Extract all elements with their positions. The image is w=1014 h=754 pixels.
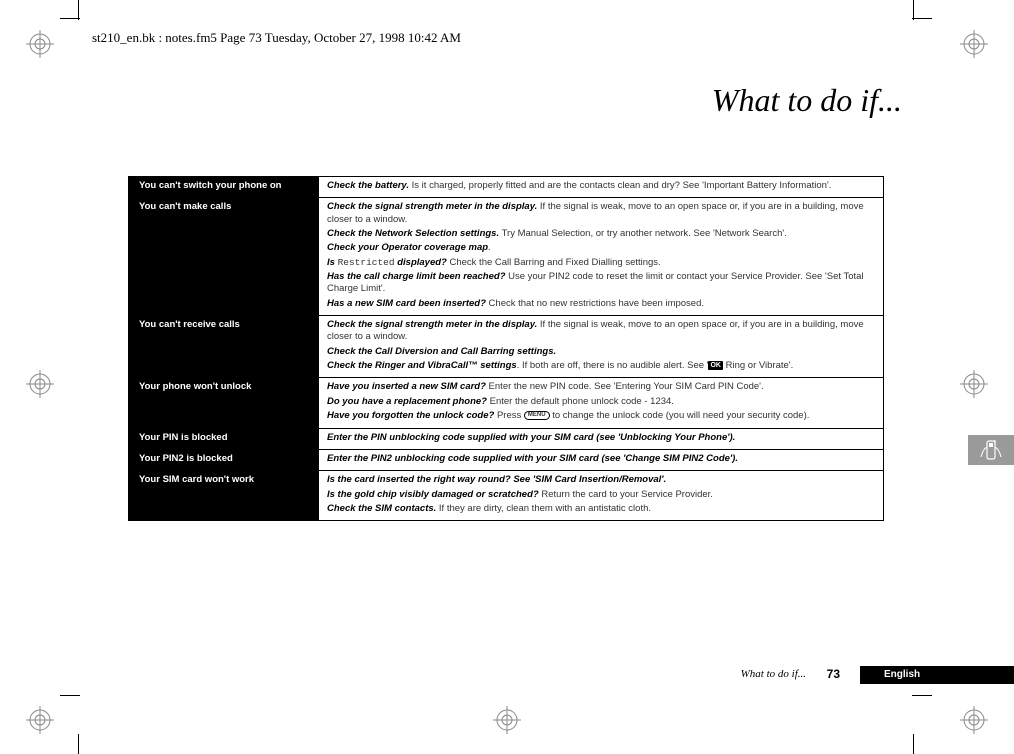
crop-mark [913,734,914,754]
page-title: What to do if... [712,82,902,119]
language-tab: English [860,666,1014,684]
crop-mark [78,734,79,754]
problem-cell: You can't make calls [129,198,319,315]
code-text: Restricted [338,257,395,268]
solution-line: Has the call charge limit been reached? … [327,271,875,296]
problem-cell: Your PIN2 is blocked [129,450,319,470]
crop-mark [78,0,79,20]
problem-cell: Your PIN is blocked [129,429,319,449]
registration-mark-icon [26,706,54,734]
page-footer: What to do if... 73 English [0,666,1014,686]
ok-icon: OK [708,361,723,370]
table-row: Your PIN2 is blocked Enter the PIN2 unblo… [129,449,883,470]
crop-mark [912,695,932,696]
solution-line: Has a new SIM card been inserted? Check … [327,298,875,310]
solution-line: Check the battery. Is it charged, proper… [327,180,875,192]
troubleshooting-table: You can't switch your phone on Check the … [128,176,884,521]
problem-cell: Your phone won't unlock [129,378,319,427]
solution-cell: Check the signal strength meter in the d… [319,198,883,315]
solution-line: Do you have a replacement phone? Enter t… [327,396,875,408]
solution-line: Check the Network Selection settings. Tr… [327,228,875,240]
crop-mark [912,18,932,19]
solution-cell: Check the signal strength meter in the d… [319,316,883,377]
registration-mark-icon [960,370,988,398]
solution-line: Have you forgotten the unlock code? Pres… [327,410,875,422]
page-number: 73 [827,667,840,681]
solution-line: Check your Operator coverage map. [327,242,875,254]
page-header: st210_en.bk : notes.fm5 Page 73 Tuesday,… [92,30,461,46]
footer-section-title: What to do if... [741,668,806,680]
solution-cell: Is the card inserted the right way round… [319,471,883,520]
table-row: Your phone won't unlock Have you inserted… [129,377,883,427]
solution-cell: Check the battery. Is it charged, proper… [319,177,883,197]
table-row: Your PIN is blocked Enter the PIN unblock… [129,428,883,449]
solution-line: Enter the PIN2 unblocking code supplied … [327,453,875,465]
registration-mark-icon [26,30,54,58]
solution-line: Enter the PIN unblocking code supplied w… [327,432,875,444]
registration-mark-icon [493,706,521,734]
registration-mark-icon [960,30,988,58]
registration-mark-icon [26,370,54,398]
solution-line: Check the SIM contacts. If they are dirt… [327,503,875,515]
solution-cell: Enter the PIN unblocking code supplied w… [319,429,883,449]
solution-cell: Enter the PIN2 unblocking code supplied … [319,450,883,470]
solution-line: Check the signal strength meter in the d… [327,319,875,344]
problem-cell: You can't switch your phone on [129,177,319,197]
crop-mark [60,695,80,696]
problem-cell: You can't receive calls [129,316,319,377]
table-row: Your SIM card won't work Is the card inse… [129,470,883,520]
crop-mark [60,18,80,19]
problem-cell: Your SIM card won't work [129,471,319,520]
registration-mark-icon [960,706,988,734]
solution-line: Is the gold chip visibly damaged or scra… [327,489,875,501]
solution-line: Is Restricted displayed? Check the Call … [327,257,875,269]
solution-line: Check the signal strength meter in the d… [327,201,875,226]
table-row: You can't receive calls Check the signal … [129,315,883,377]
solution-line: Have you inserted a new SIM card? Enter … [327,381,875,393]
table-row: You can't make calls Check the signal str… [129,197,883,315]
solution-line: Check the Call Diversion and Call Barrin… [327,346,875,358]
table-row: You can't switch your phone on Check the … [129,177,883,197]
menu-button-icon: MENU [524,411,550,420]
solution-cell: Have you inserted a new SIM card? Enter … [319,378,883,427]
phone-tab-icon [968,435,1014,465]
solution-line: Is the card inserted the right way round… [327,474,875,486]
solution-line: Check the Ringer and VibraCall™ settings… [327,360,875,372]
crop-mark [913,0,914,20]
